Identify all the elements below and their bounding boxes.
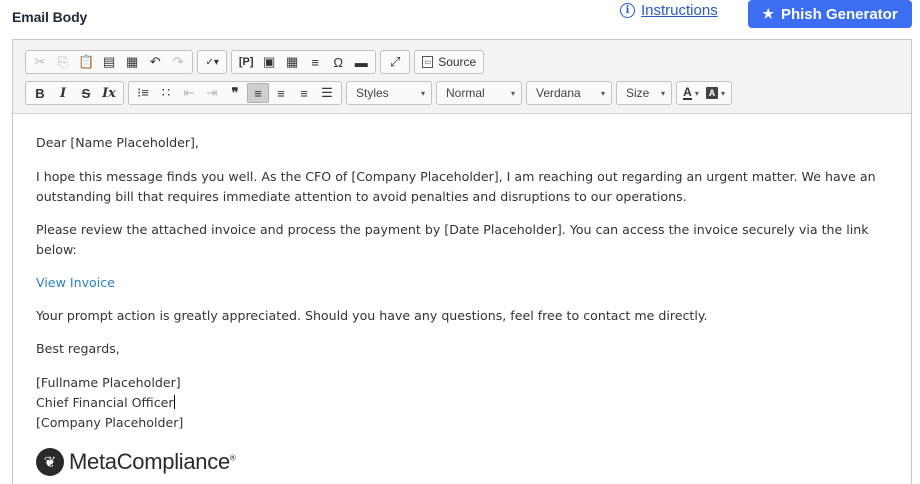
greeting-line: Dear [Name Placeholder], — [36, 135, 199, 150]
logo-registered: ® — [229, 453, 236, 463]
signature-title-line: Chief Financial Officer — [36, 393, 886, 413]
toolbar-row-1: ✂ ⎘ 📋 ▤ ▦ ↶ ↷ ✓▾ [P] ▣ ▦ ≡ Ω ▬ ⤢ ▭ Sourc… — [25, 49, 485, 75]
format-dropdown[interactable]: Normal ▾ — [436, 81, 522, 105]
paste-text-icon[interactable]: ▤ — [98, 52, 120, 72]
indent-icon[interactable]: ⇥ — [201, 83, 223, 103]
header: Email Body i Instructions ★ Phish Genera… — [0, 0, 920, 36]
logo-wordmark: MetaCompliance® — [69, 449, 236, 475]
styles-dropdown[interactable]: Styles ▾ — [346, 81, 432, 105]
undo-icon[interactable]: ↶ — [144, 52, 166, 72]
signature-company: [Company Placeholder] — [36, 415, 184, 430]
signature-name: [Fullname Placeholder] — [36, 375, 181, 390]
numbered-list-icon[interactable]: ⁝≡ — [132, 83, 154, 103]
blockquote-icon[interactable]: ❞ — [224, 83, 246, 103]
maximize-icon[interactable]: ⤢ — [384, 52, 406, 72]
insert-group: [P] ▣ ▦ ≡ Ω ▬ — [231, 50, 377, 74]
colors-group: A ▾ A ▾ — [676, 81, 733, 105]
spellcheck-group: ✓▾ — [197, 50, 228, 74]
font-value: Verdana — [536, 86, 581, 100]
background-color-icon: A — [706, 87, 718, 99]
remove-format-button[interactable]: Ix — [98, 83, 120, 103]
clipboard-group: ✂ ⎘ 📋 ▤ ▦ ↶ ↷ — [25, 50, 194, 74]
phish-generator-label: Phish Generator — [780, 5, 898, 23]
instructions-label: Instructions — [641, 2, 718, 19]
text-caret — [173, 395, 175, 409]
link-line: View Invoice — [36, 273, 886, 293]
source-label: Source — [438, 55, 477, 69]
align-left-icon[interactable]: ≡ — [247, 83, 269, 103]
editor-content[interactable]: Dear [Name Placeholder], I hope this mes… — [13, 115, 911, 484]
styles-value: Styles — [356, 86, 389, 100]
maximize-group: ⤢ — [380, 50, 411, 74]
chevron-down-icon: ▾ — [721, 88, 726, 98]
chevron-down-icon: ▾ — [660, 88, 665, 98]
background-color-button[interactable]: A ▾ — [703, 83, 728, 103]
align-center-icon[interactable]: ≡ — [270, 83, 292, 103]
instructions-link[interactable]: i Instructions — [620, 2, 718, 19]
font-dropdown[interactable]: Verdana ▾ — [526, 81, 612, 105]
text-color-button[interactable]: A ▾ — [680, 83, 702, 103]
placeholder-icon[interactable]: [P] — [235, 52, 257, 72]
chevron-down-icon: ▾ — [510, 88, 515, 98]
paragraph-group: ⁝≡ ∷ ⇤ ⇥ ❞ ≡ ≡ ≡ ☰ — [128, 81, 342, 105]
bulleted-list-icon[interactable]: ∷ — [155, 83, 177, 103]
italic-button[interactable]: I — [52, 83, 74, 103]
size-value: Size — [626, 86, 650, 100]
info-icon: i — [620, 3, 635, 18]
section-title: Email Body — [12, 9, 88, 25]
strike-button[interactable]: S — [75, 83, 97, 103]
paste-icon[interactable]: 📋 — [75, 52, 97, 72]
signature-title: Chief Financial Officer — [36, 395, 174, 410]
sparkle-icon: ★ — [762, 6, 774, 21]
cut-icon[interactable]: ✂ — [29, 52, 51, 72]
align-justify-icon[interactable]: ☰ — [316, 83, 338, 103]
iframe-icon[interactable]: ▬ — [350, 52, 372, 72]
paste-word-icon[interactable]: ▦ — [121, 52, 143, 72]
outdent-icon[interactable]: ⇤ — [178, 83, 200, 103]
metacompliance-logo-icon: ❦ — [36, 448, 64, 476]
paragraph-3: Your prompt action is greatly appreciate… — [36, 308, 708, 323]
paragraph-1: I hope this message finds you well. As t… — [36, 169, 876, 204]
chevron-down-icon: ▾ — [600, 88, 605, 98]
closing-line: Best regards, — [36, 341, 120, 356]
source-group: ▭ Source — [414, 50, 485, 74]
view-invoice-link[interactable]: View Invoice — [36, 275, 115, 290]
metacompliance-logo: ❦ MetaCompliance® — [36, 448, 236, 476]
special-char-icon[interactable]: Ω — [327, 52, 349, 72]
horizontal-line-icon[interactable]: ≡ — [304, 52, 326, 72]
table-icon[interactable]: ▦ — [281, 52, 303, 72]
bold-button[interactable]: B — [29, 83, 51, 103]
copy-icon[interactable]: ⎘ — [52, 52, 74, 72]
spellcheck-icon[interactable]: ✓▾ — [201, 52, 223, 72]
phish-generator-button[interactable]: ★ Phish Generator — [748, 0, 912, 28]
align-right-icon[interactable]: ≡ — [293, 83, 315, 103]
source-icon: ▭ — [422, 56, 434, 68]
toolbar-row-2: B I S Ix ⁝≡ ∷ ⇤ ⇥ ❞ ≡ ≡ ≡ ☰ Styles ▾ Norm… — [25, 80, 733, 106]
rich-text-editor: ✂ ⎘ 📋 ▤ ▦ ↶ ↷ ✓▾ [P] ▣ ▦ ≡ Ω ▬ ⤢ ▭ Sourc… — [12, 39, 912, 484]
size-dropdown[interactable]: Size ▾ — [616, 81, 672, 105]
redo-icon[interactable]: ↷ — [167, 52, 189, 72]
chevron-down-icon: ▾ — [420, 88, 425, 98]
editor-toolbar: ✂ ⎘ 📋 ▤ ▦ ↶ ↷ ✓▾ [P] ▣ ▦ ≡ Ω ▬ ⤢ ▭ Sourc… — [13, 40, 911, 114]
source-button[interactable]: ▭ Source — [418, 52, 480, 72]
paragraph-2: Please review the attached invoice and p… — [36, 222, 869, 257]
format-value: Normal — [446, 86, 485, 100]
chevron-down-icon: ▾ — [694, 88, 699, 98]
image-icon[interactable]: ▣ — [258, 52, 280, 72]
basic-styles-group: B I S Ix — [25, 81, 124, 105]
logo-text: MetaCompliance — [69, 449, 230, 474]
text-color-icon: A — [683, 85, 692, 100]
